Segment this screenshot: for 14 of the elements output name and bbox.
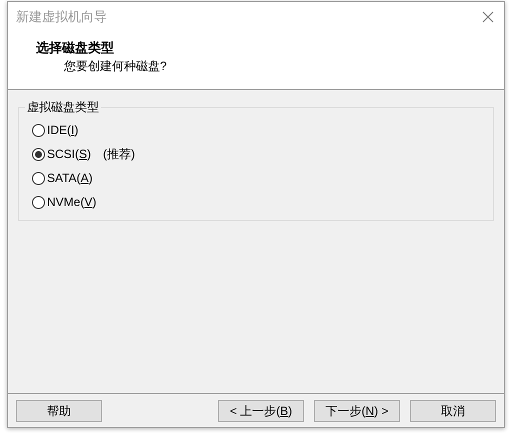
page-subtitle: 您要创建何种磁盘?	[64, 58, 168, 74]
wizard-button[interactable]: 下一步(N) >	[314, 400, 400, 422]
recommended-note: (推荐)	[103, 146, 136, 163]
group-title: 虚拟磁盘类型	[25, 99, 101, 115]
window-title: 新建虚拟机向导	[16, 8, 107, 26]
help-button[interactable]: 帮助	[16, 400, 102, 422]
radio-option[interactable]: NVMe(V)	[32, 193, 96, 211]
close-icon[interactable]	[482, 11, 494, 23]
radio-option[interactable]: IDE(I)	[32, 121, 78, 139]
radio-option[interactable]: SATA(A)	[32, 169, 93, 187]
radio-option[interactable]: SCSI(S)	[32, 145, 92, 163]
wizard-button[interactable]: 取消	[410, 400, 496, 422]
page-title: 选择磁盘类型	[36, 40, 115, 56]
wizard-button[interactable]: < 上一步(B)	[218, 400, 304, 422]
